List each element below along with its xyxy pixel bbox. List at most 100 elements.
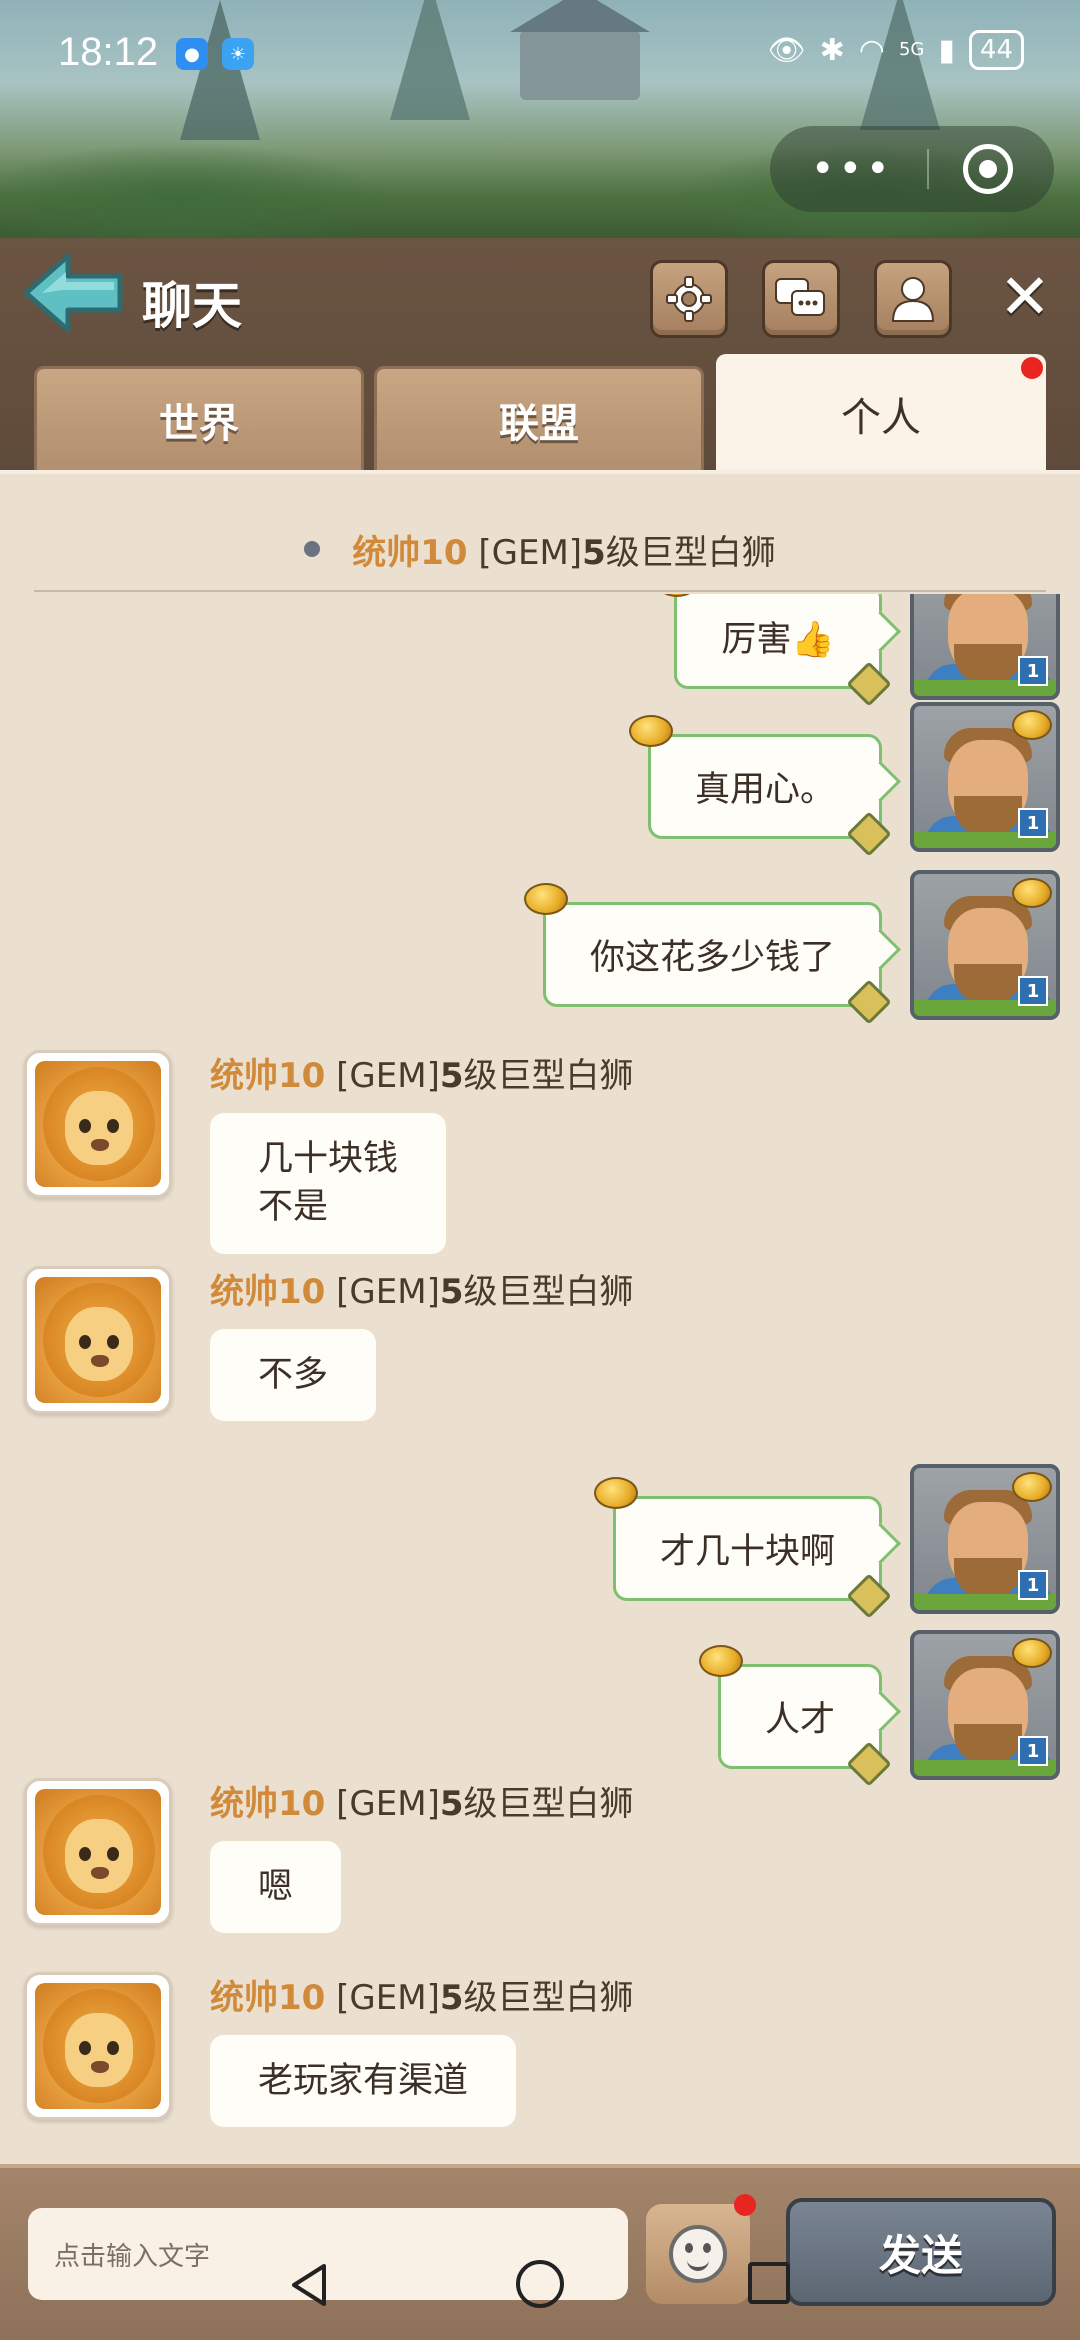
message-bubble-partner[interactable]: 老玩家有渠道 [210,2035,517,2128]
signal-icon: ▮ [938,32,955,68]
sender-name: 统帅10 [GEM]5级巨型白狮 [210,1784,634,1824]
mini-program-capsule: ••• [770,126,1054,212]
coin-icon [698,1645,743,1677]
notification-dot [1021,357,1043,379]
message-text: 厉害👍 [721,620,835,660]
close-miniprogram-icon[interactable] [963,144,1014,194]
send-button-label: 发送 [878,2230,963,2280]
message-bubble-own[interactable]: 真用心。 [628,715,892,857]
message-text: 人才 [764,1700,835,1740]
lion-avatar[interactable] [24,1972,172,2120]
message-text-line: 不是 [258,1187,329,1228]
message-row-own: 你这花多少钱了 1 [523,870,1060,1025]
message-notification-icon: ● [176,38,208,70]
message-row-partner: 统帅10 [GEM]5级巨型白狮 老玩家有渠道 [24,1970,634,2128]
nav-recents-icon[interactable] [748,2262,790,2304]
coin-icon [593,1477,638,1509]
message-body: 统帅10 [GEM]5级巨型白狮 几十块钱 不是 [210,1048,634,1254]
nav-home-icon[interactable] [516,2260,564,2308]
commander-avatar[interactable]: 1 [910,1464,1060,1614]
online-status-dot [304,541,321,557]
message-row-own: 厉害👍 1 [655,594,1060,707]
sender-name: 统帅10 [GEM]5级巨型白狮 [210,1978,634,2018]
tab-world-label: 世界 [159,400,239,447]
commander-avatar[interactable]: 1 [910,594,1060,700]
message-text: 老玩家有渠道 [258,2061,469,2101]
status-time: 18:12 [58,30,159,74]
bluetooth-icon: ✱ [819,32,845,68]
eye-icon: 👁 [767,32,806,68]
message-body: 统帅10 [GEM]5级巨型白狮 不多 [210,1264,634,1422]
send-button[interactable]: 发送 [786,2198,1056,2306]
settings-button[interactable] [650,260,728,338]
battery-level: 44 [968,30,1024,70]
notification-dot [734,2194,756,2216]
conversation-partner-header: 统帅10 [GEM]5级巨型白狮 [34,504,1046,594]
commander-avatar[interactable]: 1 [910,702,1060,852]
partner-name: 统帅10 [GEM]5级巨型白狮 [352,532,776,573]
smiley-icon [669,2225,727,2283]
message-bubble-own[interactable]: 人才 [698,1645,892,1787]
badge-icon [846,1573,892,1619]
message-text: 你这花多少钱了 [589,938,835,978]
message-bubble-partner[interactable]: 嗯 [210,1841,342,1934]
coin-icon [655,594,700,597]
weather-notification-icon: ☀ [222,38,254,70]
message-text: 嗯 [258,1867,294,1907]
message-row-own: 人才 1 [698,1630,1060,1787]
message-row-partner: 统帅10 [GEM]5级巨型白狮 嗯 [24,1776,634,1934]
chat-header: 聊天 ✕ 世界 联盟 个人 [0,238,1080,470]
nav-back-icon[interactable] [288,2262,328,2308]
person-icon [891,277,935,322]
message-bubble-partner[interactable]: 不多 [210,1329,377,1422]
network-type: 5G [898,39,925,60]
capsule-divider [927,149,930,189]
input-placeholder: 点击输入文字 [54,2241,211,2272]
more-options-icon[interactable]: ••• [811,149,894,189]
commander-avatar[interactable]: 1 [910,1630,1060,1780]
message-body: 统帅10 [GEM]5级巨型白狮 嗯 [210,1776,634,1934]
coin-icon [628,715,673,747]
back-arrow-icon[interactable] [22,250,126,336]
sender-name: 统帅10 [GEM]5级巨型白狮 [210,1056,634,1096]
tab-personal-label: 个人 [841,394,921,441]
status-indicators: 👁 ✱ ◠ 5G ▮ 44 [768,30,1024,70]
message-row-own: 才几十块啊 1 [593,1464,1060,1619]
message-bubble-own[interactable]: 你这花多少钱了 [523,883,892,1025]
sender-name: 统帅10 [GEM]5级巨型白狮 [210,1272,634,1312]
wifi-icon: ◠ [858,32,885,68]
message-body: 统帅10 [GEM]5级巨型白狮 老玩家有渠道 [210,1970,634,2128]
commander-avatar[interactable]: 1 [910,870,1060,1020]
message-bubble-own[interactable]: 才几十块啊 [593,1477,892,1619]
lion-avatar[interactable] [24,1050,172,1198]
divider [34,590,1046,592]
chat-area[interactable]: 统帅10 [GEM]5级巨型白狮 厉害👍 1 真用心。 1 你这花多少钱了 1 … [0,470,1080,2164]
tab-alliance-label: 联盟 [499,400,579,447]
chat-channels-button[interactable] [762,260,840,338]
message-row-own: 真用心。 1 [628,702,1060,857]
close-icon[interactable]: ✕ [992,264,1058,330]
lion-avatar[interactable] [24,1778,172,1926]
chat-bubbles-icon [775,278,825,316]
badge-icon [846,1741,892,1787]
badge-icon [846,979,892,1025]
page-title: 聊天 [142,277,242,335]
message-list[interactable]: 厉害👍 1 真用心。 1 你这花多少钱了 1 统帅10 [GEM]5级巨型白狮 … [0,594,1080,2164]
message-text: 真用心。 [694,770,835,810]
profile-button[interactable] [874,260,952,338]
chat-input-bar: 点击输入文字 发送 [0,2164,1080,2340]
tab-world[interactable]: 世界 [34,366,364,470]
lion-avatar[interactable] [24,1266,172,1414]
gear-icon [666,276,712,322]
coin-icon [523,883,568,915]
tab-alliance[interactable]: 联盟 [374,366,704,470]
message-row-partner: 统帅10 [GEM]5级巨型白狮 几十块钱 不是 [24,1050,634,1254]
badge-icon [846,811,892,857]
tab-personal[interactable]: 个人 [716,354,1046,470]
message-bubble-partner[interactable]: 几十块钱 不是 [210,1113,447,1254]
message-text: 才几十块啊 [659,1532,835,1572]
emoji-button[interactable] [646,2194,756,2304]
status-bar: 18:12 ● ☀ 👁 ✱ ◠ 5G ▮ 44 [0,0,1080,108]
message-bubble-own[interactable]: 厉害👍 [655,594,892,707]
message-text-line: 几十块钱 [258,1139,399,1179]
